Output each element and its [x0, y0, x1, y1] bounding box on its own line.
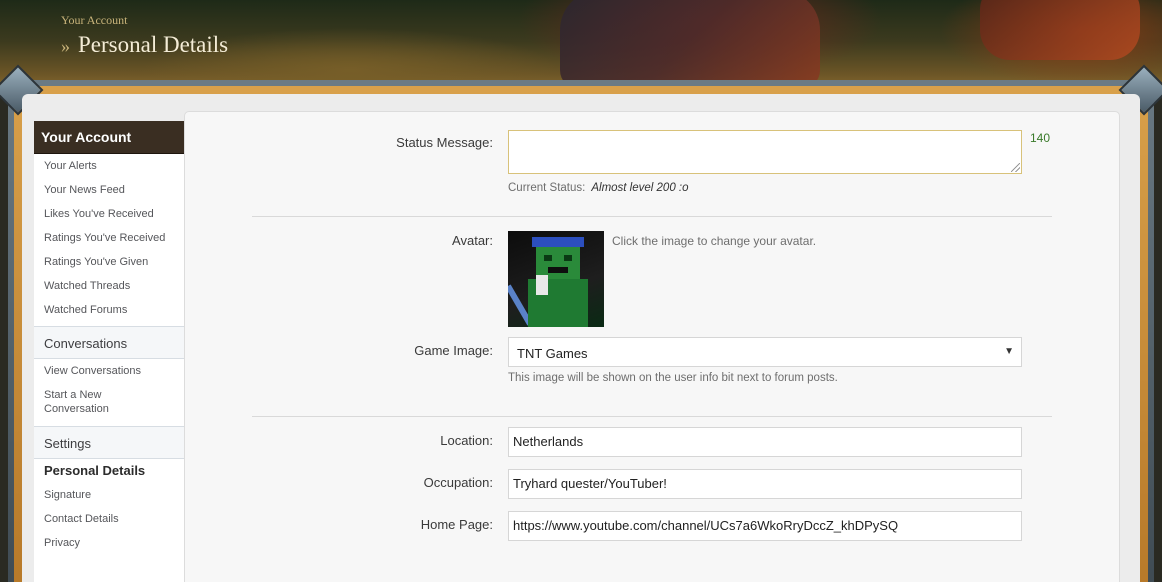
sidebar-item-view-conversations[interactable]: View Conversations	[34, 359, 184, 383]
avatar-image[interactable]	[508, 231, 604, 327]
page-title-text: Personal Details	[78, 32, 229, 57]
status-message-textarea[interactable]	[508, 130, 1022, 174]
avatar-label: Avatar:	[452, 233, 493, 248]
avatar-hint: Click the image to change your avatar.	[612, 234, 817, 248]
game-image-hint: This image will be shown on the user inf…	[508, 372, 838, 384]
sidebar-item-ratings-received[interactable]: Ratings You've Received	[34, 226, 184, 250]
sidebar-item-watched-threads[interactable]: Watched Threads	[34, 274, 184, 298]
home-page-label: Home Page:	[420, 517, 493, 532]
sidebar-item-news-feed[interactable]: Your News Feed	[34, 178, 184, 202]
location-input[interactable]: Netherlands	[508, 427, 1022, 457]
textarea-resize-icon[interactable]	[1011, 163, 1020, 172]
sidebar-item-likes-received[interactable]: Likes You've Received	[34, 202, 184, 226]
section-divider	[252, 216, 1052, 217]
status-character-counter: 140	[1030, 131, 1051, 145]
current-status: Current Status: Almost level 200 :o	[508, 182, 689, 194]
sidebar-item-signature[interactable]: Signature	[34, 483, 184, 507]
game-image-select[interactable]: TNT Games ▼	[508, 337, 1022, 367]
sidebar-item-start-conversation[interactable]: Start a New Conversation	[34, 383, 124, 422]
chevron-down-icon: ▼	[1004, 346, 1014, 357]
game-image-label: Game Image:	[414, 343, 493, 358]
sidebar-item-contact-details[interactable]: Contact Details	[34, 507, 184, 531]
account-sidebar: Your Account Your Alerts Your News Feed …	[34, 121, 184, 582]
section-divider	[252, 416, 1052, 417]
status-message-label: Status Message:	[396, 135, 493, 150]
sidebar-heading-settings: Settings	[34, 426, 184, 459]
current-status-label: Current Status:	[508, 182, 586, 194]
sidebar-item-ratings-given[interactable]: Ratings You've Given	[34, 250, 184, 274]
sidebar-item-privacy[interactable]: Privacy	[34, 531, 184, 555]
game-image-selected-value: TNT Games	[517, 346, 588, 361]
page-title: » Personal Details	[61, 32, 228, 58]
sidebar-item-watched-forums[interactable]: Watched Forums	[34, 298, 184, 322]
current-status-value: Almost level 200 :o	[591, 182, 689, 194]
sidebar-heading-conversations: Conversations	[34, 326, 184, 359]
sidebar-heading-your-account[interactable]: Your Account	[34, 121, 184, 154]
occupation-input[interactable]: Tryhard quester/YouTuber!	[508, 469, 1022, 499]
sidebar-item-personal-details[interactable]: Personal Details	[34, 459, 184, 483]
home-page-input[interactable]: https://www.youtube.com/channel/UCs7a6Wk…	[508, 511, 1022, 541]
breadcrumb-your-account[interactable]: Your Account	[61, 13, 127, 28]
banner-artwork	[560, 0, 820, 90]
occupation-label: Occupation:	[423, 475, 493, 490]
location-label: Location:	[440, 433, 493, 448]
breadcrumb-separator-icon: »	[61, 36, 70, 56]
banner-artwork-right	[980, 0, 1140, 60]
sidebar-item-your-alerts[interactable]: Your Alerts	[34, 154, 184, 178]
